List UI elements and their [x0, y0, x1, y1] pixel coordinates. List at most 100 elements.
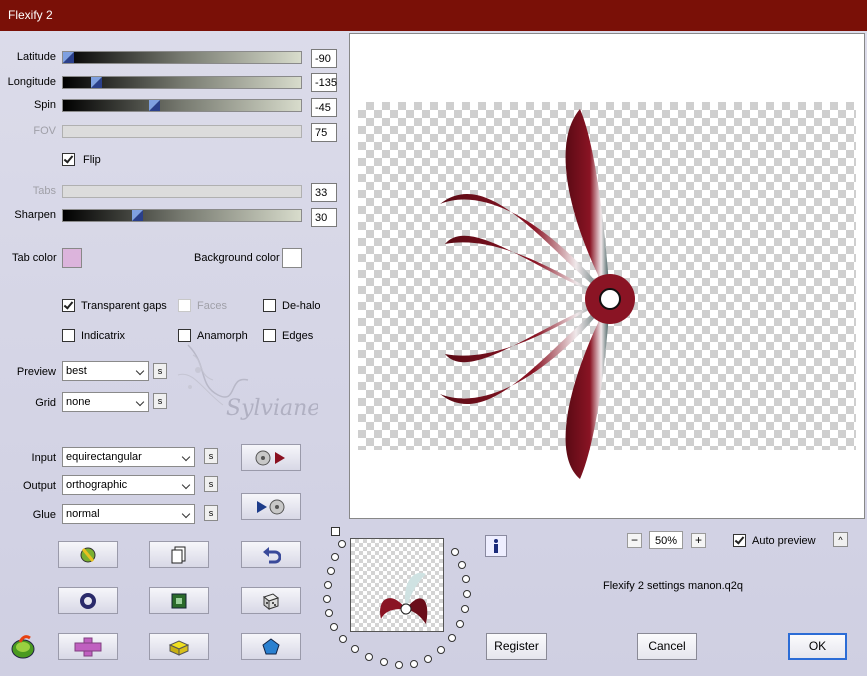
- background-color-label: Background color: [194, 252, 280, 264]
- preview-area[interactable]: [349, 33, 865, 519]
- auto-preview-label: Auto preview: [752, 535, 816, 547]
- randomize-icon: [80, 547, 96, 562]
- grid-s-button[interactable]: s: [153, 393, 167, 409]
- navigator-dot: [323, 595, 331, 603]
- spin-value[interactable]: -45: [311, 98, 337, 117]
- chevron-down-icon: [181, 480, 191, 490]
- sharpen-label: Sharpen: [14, 209, 56, 221]
- collapse-button[interactable]: ^: [833, 532, 848, 547]
- faces-checkbox: [178, 299, 191, 312]
- dice-button[interactable]: [241, 587, 301, 614]
- flip-label: Flip: [83, 154, 101, 166]
- navigator-dot: [456, 620, 464, 628]
- glue-s-button[interactable]: s: [204, 505, 218, 521]
- background-color-swatch[interactable]: [282, 248, 302, 268]
- chevron-down-icon: [135, 366, 145, 376]
- dice-icon: [262, 592, 280, 610]
- zoom-out-button[interactable]: −: [627, 533, 642, 548]
- output-select-value: orthographic: [66, 479, 128, 491]
- cross-button[interactable]: [58, 633, 118, 660]
- ok-button[interactable]: OK: [788, 633, 847, 660]
- undo-button[interactable]: [241, 541, 301, 568]
- cancel-button[interactable]: Cancel: [637, 633, 697, 660]
- filter-forge-logo-icon: [11, 635, 35, 659]
- brick-button[interactable]: [149, 633, 209, 660]
- navigator-dot: [462, 575, 470, 583]
- preview-s-button[interactable]: s: [153, 363, 167, 379]
- auto-preview-checkbox[interactable]: [733, 534, 746, 547]
- navigator-dot: [463, 590, 471, 598]
- output-label: Output: [22, 480, 56, 492]
- indicatrix-checkbox[interactable]: [62, 329, 75, 342]
- input-select-value: equirectangular: [66, 451, 142, 463]
- chevron-down-icon: [135, 397, 145, 407]
- zoom-level: 50%: [649, 531, 683, 549]
- grid-select-value: none: [66, 396, 91, 408]
- flexify-dialog: Flexify 2 Latitude -90 Longitude -135 Sp…: [0, 0, 867, 676]
- glue-label: Glue: [32, 509, 56, 521]
- transparent-gaps-checkbox[interactable]: [62, 299, 75, 312]
- random-button[interactable]: [58, 541, 118, 568]
- flip-checkbox[interactable]: [62, 153, 75, 166]
- navigator-dot: [324, 581, 332, 589]
- navigator-dot: [458, 561, 466, 569]
- latitude-slider[interactable]: [62, 51, 302, 64]
- output-to-input-button[interactable]: [241, 493, 301, 520]
- navigator-handle[interactable]: [331, 527, 340, 536]
- preview-select-value: best: [66, 365, 87, 377]
- spin-slider[interactable]: [62, 99, 302, 112]
- copy-button[interactable]: [149, 541, 209, 568]
- disc-play-icon: [255, 450, 285, 465]
- output-s-button[interactable]: s: [204, 476, 218, 492]
- sylviane-watermark: Sylviane: [177, 344, 318, 421]
- input-label: Input: [31, 452, 56, 464]
- window-title: Flexify 2: [8, 8, 53, 22]
- settings-filename: Flexify 2 settings manon.q2q: [603, 580, 744, 592]
- navigator-dot: [451, 548, 459, 556]
- navigator-dot: [325, 609, 333, 617]
- output-select[interactable]: orthographic: [62, 475, 195, 495]
- slider-thumb-icon[interactable]: [91, 77, 102, 88]
- input-to-output-button[interactable]: [241, 444, 301, 471]
- chevron-down-icon: [181, 452, 191, 462]
- navigator-dot: [395, 661, 403, 669]
- thumbnail-preview[interactable]: [350, 538, 444, 632]
- ring-button[interactable]: [58, 587, 118, 614]
- latitude-label: Latitude: [16, 51, 56, 63]
- sharpen-slider[interactable]: [62, 209, 302, 222]
- tab-color-swatch[interactable]: [62, 248, 82, 268]
- longitude-value[interactable]: -135: [311, 73, 337, 92]
- slider-thumb-icon[interactable]: [149, 100, 160, 111]
- preview-select[interactable]: best: [62, 361, 149, 381]
- input-select[interactable]: equirectangular: [62, 447, 195, 467]
- tabs-label: Tabs: [32, 185, 56, 197]
- brick-icon: [168, 639, 190, 656]
- navigator-dot: [448, 634, 456, 642]
- de-halo-label: De-halo: [282, 300, 321, 312]
- glue-select[interactable]: normal: [62, 504, 195, 524]
- tabs-slider: [62, 185, 302, 198]
- latitude-value[interactable]: -90: [311, 49, 337, 68]
- grid-label: Grid: [35, 397, 56, 409]
- pentagon-button[interactable]: [241, 633, 301, 660]
- undo-icon: [263, 546, 281, 563]
- title-bar: Flexify 2: [0, 0, 867, 31]
- input-s-button[interactable]: s: [204, 448, 218, 464]
- grid-select[interactable]: none: [62, 392, 149, 412]
- navigator-dot: [437, 646, 445, 654]
- slider-thumb-icon[interactable]: [63, 52, 74, 63]
- sharpen-value[interactable]: 30: [311, 208, 337, 227]
- register-button[interactable]: Register: [486, 633, 547, 660]
- zoom-in-button[interactable]: +: [691, 533, 706, 548]
- navigator-dot: [331, 553, 339, 561]
- cross-icon: [74, 637, 102, 656]
- de-halo-checkbox[interactable]: [263, 299, 276, 312]
- navigator-dot: [351, 645, 359, 653]
- slider-thumb-icon[interactable]: [132, 210, 143, 221]
- glue-select-value: normal: [66, 508, 100, 520]
- frame-button[interactable]: [149, 587, 209, 614]
- longitude-label: Longitude: [7, 76, 56, 88]
- longitude-slider[interactable]: [62, 76, 302, 89]
- info-button[interactable]: [485, 535, 507, 557]
- navigator-dot: [330, 623, 338, 631]
